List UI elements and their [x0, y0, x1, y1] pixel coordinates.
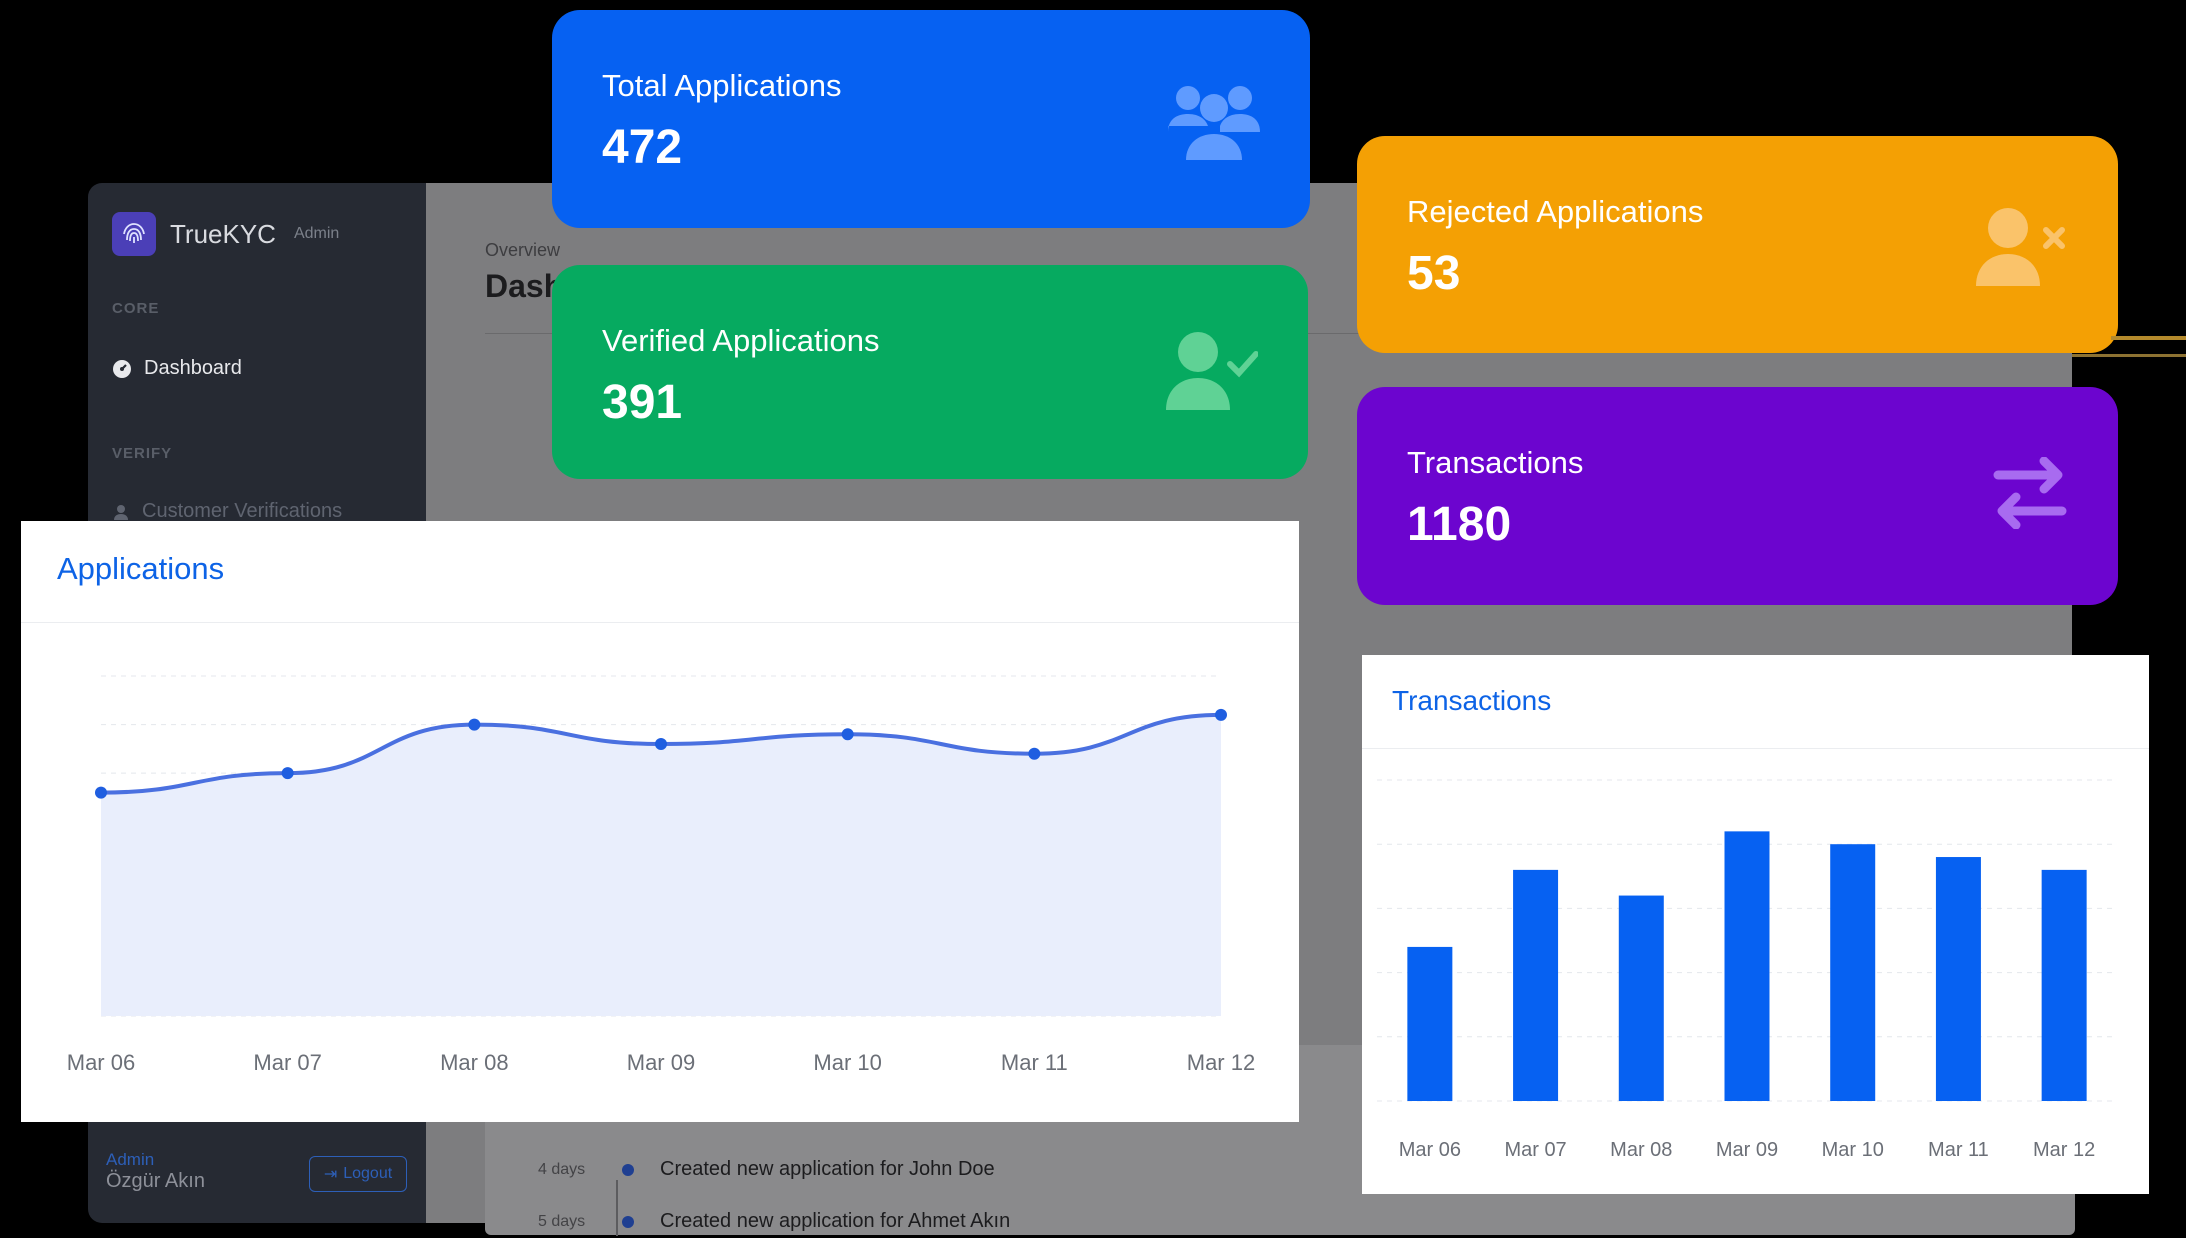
x-tick-label: Mar 10	[1822, 1139, 1884, 1161]
sidebar-item-dashboard[interactable]: Dashboard	[112, 357, 242, 380]
activity-item[interactable]: 4 days Created new application for John …	[538, 1158, 995, 1181]
applications-chart: Mar 06 Mar 07 Mar 08 Mar 09 Mar 10 Mar 11 Mar …	[67, 675, 1255, 1075]
timeline-dot	[622, 1215, 634, 1228]
x-tick-label: Mar 09	[627, 1050, 695, 1075]
sidebar-item-customer-verifications[interactable]: Customer Verifications	[112, 500, 342, 523]
stat-card-total-applications[interactable]: Total Applications 472	[552, 10, 1310, 228]
bar	[1830, 844, 1876, 1101]
brand[interactable]: TrueKYC Admin	[112, 212, 339, 256]
arrows-exchange-icon	[1993, 457, 2067, 529]
x-tick-label: Mar 08	[1610, 1139, 1672, 1161]
user-icon	[114, 504, 128, 520]
stat-card-verified-applications[interactable]: Verified Applications 391	[552, 265, 1308, 479]
bar	[2041, 869, 2087, 1101]
transactions-chart-panel: Transactions Mar 06 Mar 07 Mar 08 Mar 09 Mar…	[1362, 655, 2149, 1194]
sidebar-heading-verify: VERIFY	[112, 445, 173, 462]
data-point	[468, 718, 481, 731]
decorative-edge	[2111, 336, 2186, 340]
data-point	[655, 738, 667, 750]
user-x-icon	[1976, 208, 2065, 286]
card-label: Verified Applications	[602, 323, 880, 358]
x-tick-label: Mar 12	[2033, 1139, 2095, 1161]
x-tick-label: Mar 06	[1399, 1139, 1461, 1161]
activity-time: 4 days	[538, 1160, 586, 1178]
logout-label: Logout	[343, 1165, 393, 1182]
x-tick-label: Mar 07	[253, 1050, 321, 1075]
logout-icon: ⇥	[323, 1166, 338, 1183]
card-label: Total Applications	[602, 68, 842, 103]
brand-name: TrueKYC	[170, 218, 276, 249]
card-value: 472	[602, 121, 683, 174]
users-group-icon	[1168, 86, 1260, 160]
applications-chart-panel: Applications Mar 06 Mar 07 Mar 08 Mar 09 Mar…	[21, 521, 1299, 1122]
bar	[1935, 857, 1981, 1101]
data-point	[1215, 708, 1227, 721]
brand-suffix: Admin	[293, 225, 340, 242]
fingerprint-icon	[112, 212, 156, 256]
sidebar-heading-core: CORE	[112, 300, 160, 317]
timeline-dot	[622, 1163, 634, 1176]
x-tick-label: Mar 10	[813, 1050, 881, 1075]
data-point	[281, 767, 294, 780]
card-label: Rejected Applications	[1407, 194, 1704, 229]
data-point	[1028, 747, 1041, 760]
x-tick-label: Mar 09	[1716, 1139, 1778, 1161]
x-tick-label: Mar 08	[440, 1050, 508, 1075]
x-tick-label: Mar 06	[67, 1050, 135, 1075]
user-role: Admin	[106, 1150, 155, 1169]
bar	[1724, 831, 1770, 1101]
activity-time: 5 days	[538, 1212, 586, 1230]
x-tick-label: Mar 11	[1001, 1050, 1068, 1075]
stat-card-rejected-applications[interactable]: Rejected Applications 53	[1357, 136, 2118, 353]
user-name: Özgür Akın	[106, 1170, 205, 1192]
bar	[1513, 869, 1559, 1101]
decorative-edge	[2072, 354, 2186, 357]
x-tick-label: Mar 12	[1187, 1050, 1255, 1075]
dashboard-gauge-icon	[113, 359, 131, 378]
logout-button[interactable]: ⇥ Logout	[309, 1156, 407, 1192]
user-check-icon	[1166, 332, 1258, 410]
data-point	[95, 786, 107, 799]
bar	[1618, 895, 1664, 1101]
data-point	[841, 728, 854, 741]
transactions-chart: Mar 06 Mar 07 Mar 08 Mar 09 Mar 10 Mar 11 Mar …	[1377, 779, 2117, 1161]
bar	[1407, 946, 1453, 1101]
card-value: 53	[1407, 247, 1461, 300]
x-tick-label: Mar 07	[1504, 1139, 1566, 1161]
sidebar-item-label: Customer Verifications	[142, 500, 343, 522]
area-fill	[101, 714, 1221, 1016]
activity-text: Created new application for John Doe	[660, 1158, 995, 1180]
activity-item[interactable]: 5 days Created new application for Ahmet…	[538, 1210, 1010, 1233]
activity-text: Created new application for Ahmet Akın	[660, 1210, 1011, 1232]
card-label: Transactions	[1407, 445, 1584, 480]
card-value: 1180	[1407, 498, 1512, 551]
x-tick-label: Mar 11	[1928, 1139, 1989, 1161]
stat-card-transactions[interactable]: Transactions 1180	[1357, 387, 2118, 605]
card-value: 391	[602, 376, 683, 429]
breadcrumb: Overview	[485, 240, 561, 260]
sidebar-item-label: Dashboard	[144, 357, 242, 379]
